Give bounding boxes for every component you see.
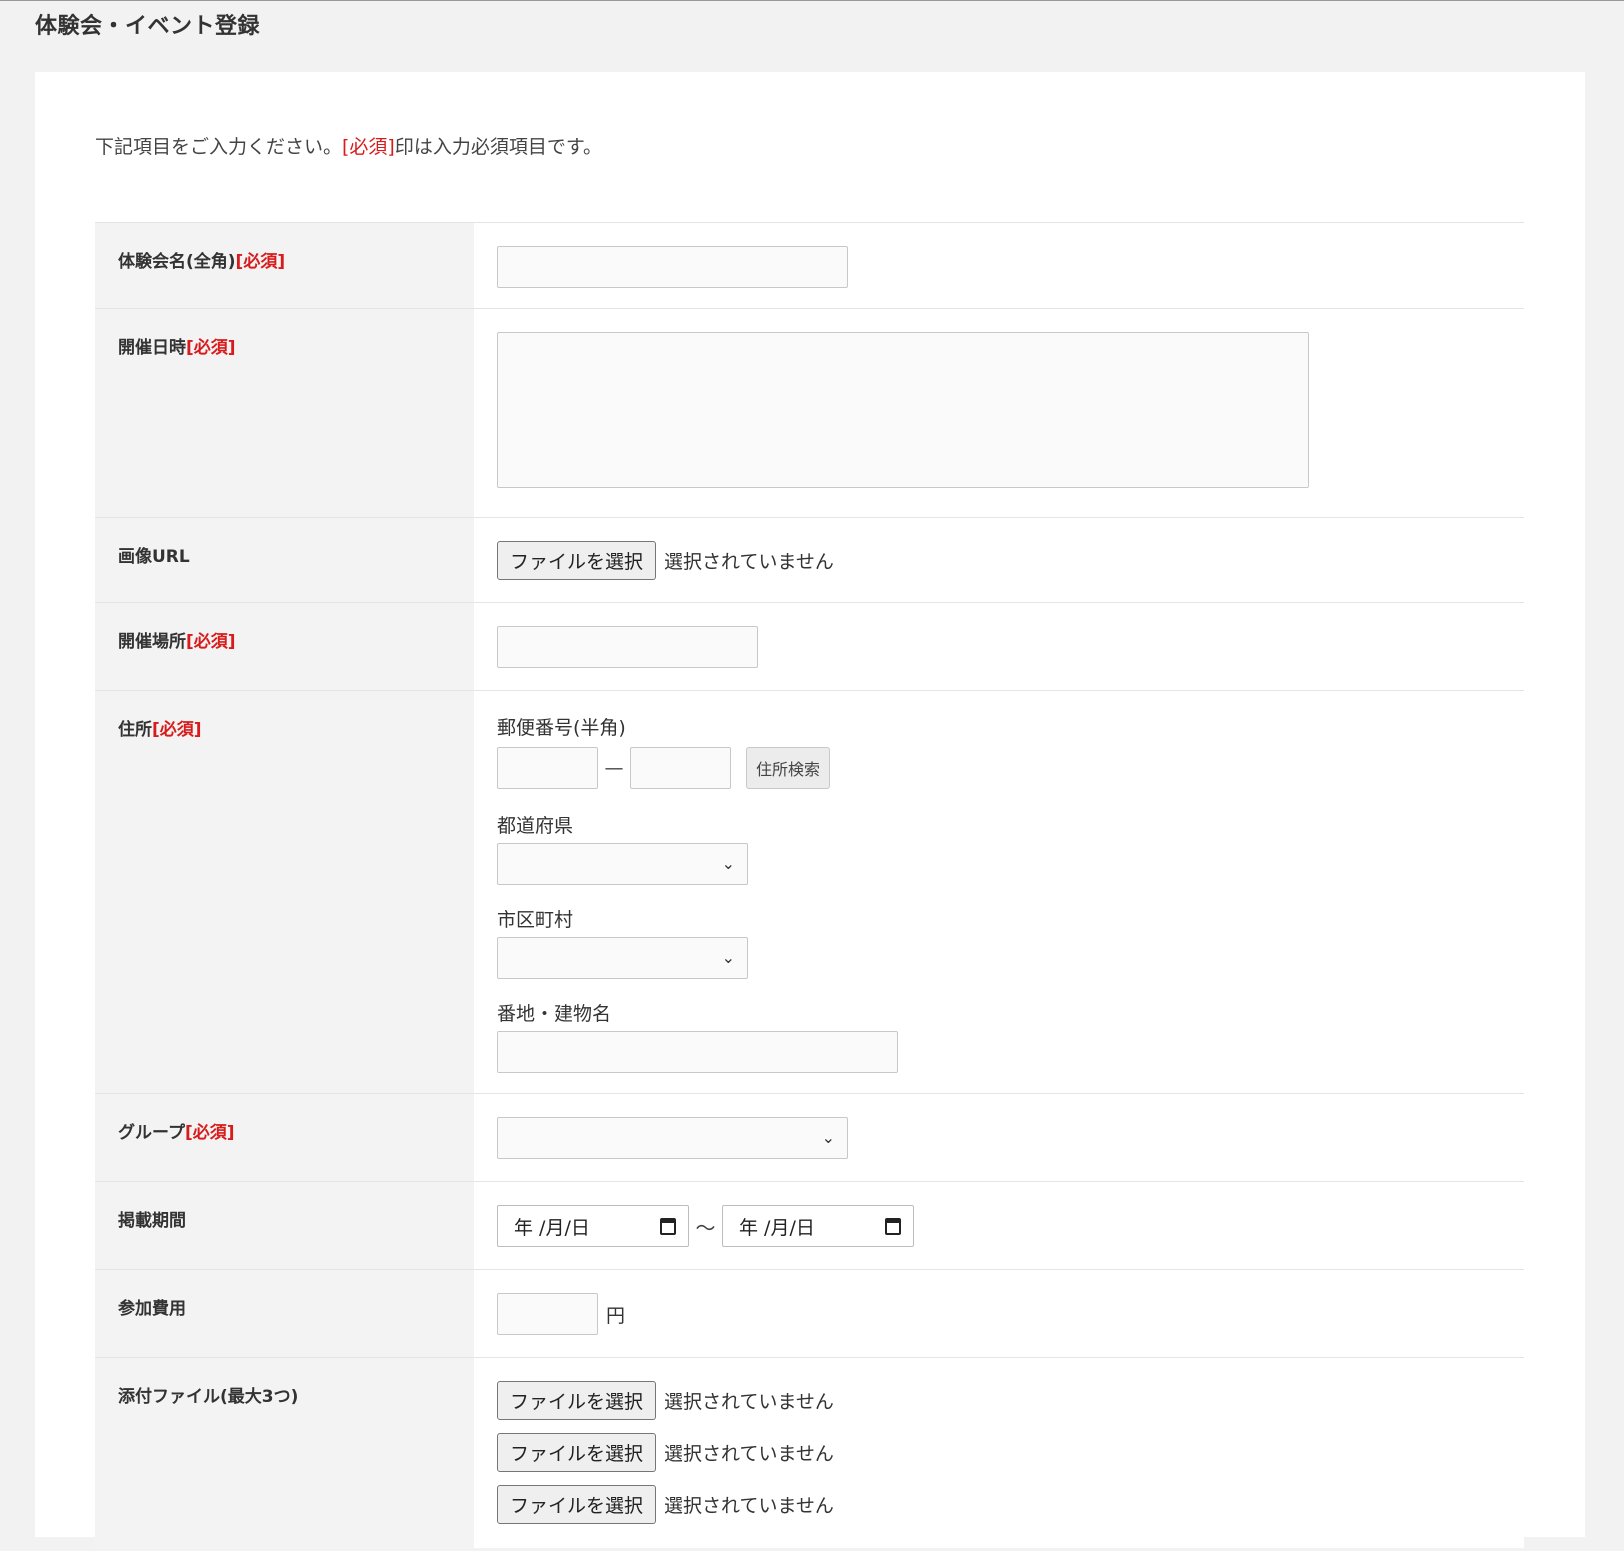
row-event-name: 体験会名(全角)[必須] — [95, 223, 1524, 309]
event-name-label: 体験会名(全角)[必須] — [95, 223, 474, 308]
address-label-text: 住所 — [118, 720, 152, 740]
row-period: 掲載期間 年 /月/日 ～ 年 /月/日 — [95, 1182, 1524, 1270]
period-cell: 年 /月/日 ～ 年 /月/日 — [474, 1182, 1524, 1269]
city-select[interactable]: ⌄ — [497, 937, 748, 979]
event-name-cell — [474, 223, 1524, 308]
file-status: 選択されていません — [664, 1495, 834, 1517]
period-label-text: 掲載期間 — [118, 1211, 186, 1231]
choose-file-button[interactable]: ファイルを選択 — [497, 1381, 657, 1420]
zip-dash: — — [604, 757, 624, 779]
row-fee: 参加費用 円 — [95, 1270, 1524, 1358]
attachment-file-picker: ファイルを選択 選択されていません — [497, 1433, 1524, 1472]
choose-file-button[interactable]: ファイルを選択 — [497, 1485, 657, 1524]
intro-before: 下記項目をご入力ください。 — [95, 136, 343, 158]
address-search-button[interactable]: 住所検索 — [746, 747, 831, 789]
attachments-label: 添付ファイル(最大3つ) — [95, 1358, 474, 1548]
row-group: グループ[必須] ⌄ — [95, 1094, 1524, 1182]
datetime-cell — [474, 309, 1524, 517]
period-separator: ～ — [695, 1215, 716, 1240]
fee-input[interactable] — [497, 1293, 598, 1335]
file-status: 選択されていません — [664, 551, 834, 573]
period-label: 掲載期間 — [95, 1182, 474, 1269]
venue-label-text: 開催場所 — [118, 632, 186, 652]
period-line: 年 /月/日 ～ 年 /月/日 — [497, 1205, 1524, 1247]
start-date-placeholder: 年 /月/日 — [514, 1216, 590, 1239]
row-address: 住所[必須] 郵便番号(半角) — 住所検索 都道府県 ⌄ 市区町村 ⌄ 番地・… — [95, 691, 1524, 1094]
group-label: グループ[必須] — [95, 1094, 474, 1181]
start-date-input[interactable]: 年 /月/日 — [497, 1205, 689, 1247]
required-tag: [必須] — [235, 252, 286, 272]
file-status: 選択されていません — [664, 1443, 834, 1465]
venue-label: 開催場所[必須] — [95, 603, 474, 690]
event-name-input[interactable] — [497, 246, 848, 288]
attachment-file-picker: ファイルを選択 選択されていません — [497, 1485, 1524, 1524]
calendar-icon[interactable] — [660, 1218, 676, 1235]
chevron-down-icon: ⌄ — [821, 1128, 835, 1147]
row-image-url: 画像URL ファイルを選択 選択されていません — [95, 518, 1524, 603]
page-title: 体験会・イベント登録 — [35, 14, 261, 39]
image-url-cell: ファイルを選択 選択されていません — [474, 518, 1524, 602]
prefecture-select[interactable]: ⌄ — [497, 843, 748, 885]
attachments-label-text: 添付ファイル(最大3つ) — [118, 1387, 299, 1407]
address-label: 住所[必須] — [95, 691, 474, 1093]
zip-second-input[interactable] — [630, 747, 731, 789]
chevron-down-icon: ⌄ — [721, 854, 735, 873]
venue-input[interactable] — [497, 626, 758, 668]
address-cell: 郵便番号(半角) — 住所検索 都道府県 ⌄ 市区町村 ⌄ 番地・建物名 — [474, 691, 1524, 1093]
top-border — [0, 0, 1624, 1]
street-label: 番地・建物名 — [497, 1003, 612, 1025]
fee-unit: 円 — [606, 1304, 626, 1327]
venue-cell — [474, 603, 1524, 690]
city-label: 市区町村 — [497, 909, 574, 931]
image-file-picker: ファイルを選択 選択されていません — [497, 541, 1524, 580]
row-venue: 開催場所[必須] — [95, 603, 1524, 691]
end-date-placeholder: 年 /月/日 — [739, 1216, 815, 1239]
form-table: 体験会名(全角)[必須] 開催日時[必須] 画像URL ファイルを選択 選択され… — [95, 222, 1524, 1548]
group-select[interactable]: ⌄ — [497, 1117, 848, 1159]
attachment-file-picker: ファイルを選択 選択されていません — [497, 1381, 1524, 1420]
intro-required-mark: [必須] — [342, 136, 395, 158]
end-date-input[interactable]: 年 /月/日 — [722, 1205, 914, 1247]
image-url-label-text: 画像URL — [118, 547, 190, 567]
choose-file-button[interactable]: ファイルを選択 — [497, 1433, 657, 1472]
choose-file-button[interactable]: ファイルを選択 — [497, 541, 657, 580]
prefecture-label: 都道府県 — [497, 815, 574, 837]
row-attachments: 添付ファイル(最大3つ) ファイルを選択 選択されていません ファイルを選択 選… — [95, 1358, 1524, 1548]
form-panel: 下記項目をご入力ください。[必須]印は入力必須項目です。 体験会名(全角)[必須… — [35, 72, 1585, 1548]
zip-first-input[interactable] — [497, 747, 598, 789]
event-name-label-text: 体験会名(全角) — [118, 252, 236, 272]
calendar-icon[interactable] — [885, 1218, 901, 1235]
fee-cell: 円 — [474, 1270, 1524, 1357]
group-cell: ⌄ — [474, 1094, 1524, 1181]
fee-line: 円 — [497, 1293, 1524, 1335]
image-url-label: 画像URL — [95, 518, 474, 602]
datetime-label: 開催日時[必須] — [95, 309, 474, 517]
street-input[interactable] — [497, 1031, 898, 1073]
datetime-label-text: 開催日時 — [118, 338, 186, 358]
datetime-textarea[interactable] — [497, 332, 1309, 488]
required-tag: [必須] — [186, 338, 236, 358]
intro-text: 下記項目をご入力ください。[必須]印は入力必須項目です。 — [95, 132, 602, 159]
fee-label-text: 参加費用 — [118, 1299, 186, 1319]
zip-label: 郵便番号(半角) — [497, 717, 626, 739]
intro-after: 印は入力必須項目です。 — [394, 136, 602, 158]
chevron-down-icon: ⌄ — [721, 948, 735, 967]
required-tag: [必須] — [184, 1123, 235, 1143]
row-datetime: 開催日時[必須] — [95, 309, 1524, 518]
file-status: 選択されていません — [664, 1391, 834, 1413]
required-tag: [必須] — [186, 632, 236, 652]
fee-label: 参加費用 — [95, 1270, 474, 1357]
zip-line: — 住所検索 — [497, 747, 1524, 789]
required-tag: [必須] — [152, 720, 202, 740]
group-label-text: グループ — [118, 1123, 185, 1143]
attachments-cell: ファイルを選択 選択されていません ファイルを選択 選択されていません ファイル… — [474, 1358, 1524, 1548]
